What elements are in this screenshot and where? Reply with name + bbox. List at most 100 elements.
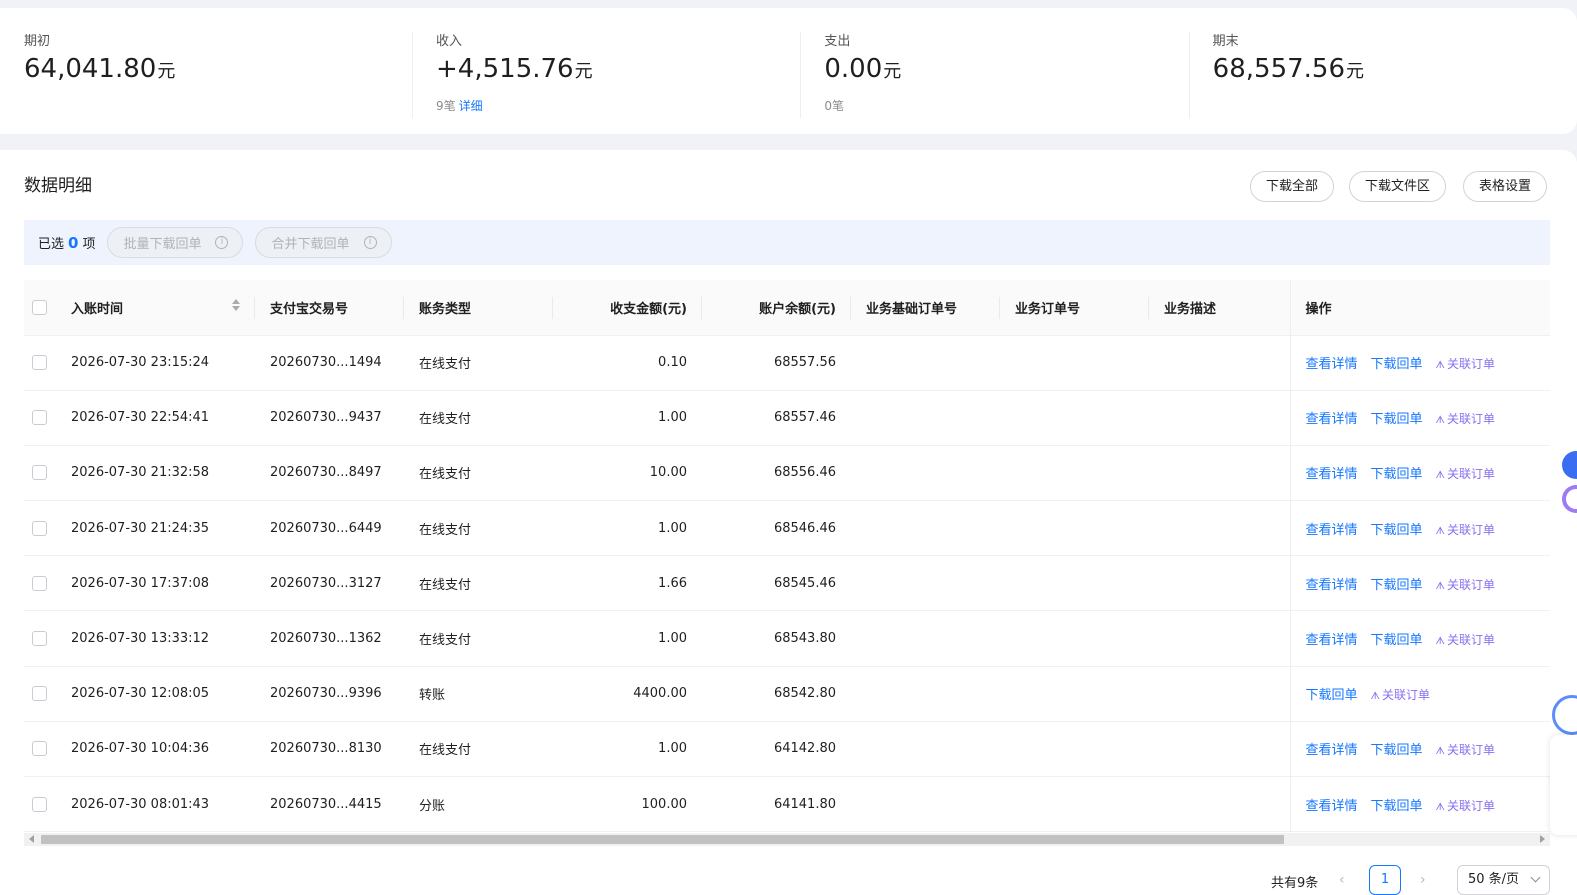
stat-count: 9笔 详细 xyxy=(436,99,483,113)
cell-desc xyxy=(1149,610,1290,667)
view-detail-link[interactable]: 查看详情 xyxy=(1306,467,1358,482)
download-receipt-link[interactable]: 下载回单 xyxy=(1371,633,1423,648)
stat-label: 期末 xyxy=(1212,34,1239,49)
cell-type: 在线支付 xyxy=(404,335,553,391)
link-order-link[interactable]: ᗑ 关联订单 xyxy=(1436,523,1495,537)
row-checkbox[interactable] xyxy=(32,355,47,371)
stat-value: 64,041.80元 xyxy=(24,54,176,84)
download-receipt-link[interactable]: 下载回单 xyxy=(1371,578,1423,593)
cell-desc xyxy=(1149,500,1290,557)
cell-amount: 1.00 xyxy=(553,721,702,778)
download-receipt-link[interactable]: 下载回单 xyxy=(1371,412,1423,427)
link-order-link[interactable]: ᗑ 关联订单 xyxy=(1436,578,1495,592)
cell-actions: 查看详情 下载回单 ᗑ 关联订单 xyxy=(1289,500,1550,557)
batch-download-button[interactable]: 批量下载回单 i xyxy=(107,227,244,258)
income-detail-link[interactable]: 详细 xyxy=(459,99,483,113)
cell-type: 在线支付 xyxy=(404,390,553,446)
cell-desc xyxy=(1149,390,1290,446)
view-detail-link[interactable]: 查看详情 xyxy=(1306,357,1358,372)
chevron-left-icon[interactable]: ‹ xyxy=(1339,872,1345,888)
cell-desc xyxy=(1149,666,1290,722)
cell-order xyxy=(1000,445,1149,502)
chevron-right-icon[interactable]: › xyxy=(1420,872,1426,888)
selection-count: 0 xyxy=(68,233,79,252)
table-row: 2026-07-30 21:24:35 20260730...6449 在线支付 1.… xyxy=(24,500,1550,557)
link-order-link[interactable]: ᗑ 关联订单 xyxy=(1436,633,1495,647)
cell-amount: 1.00 xyxy=(553,500,702,557)
select-all-checkbox[interactable] xyxy=(32,299,47,315)
row-checkbox[interactable] xyxy=(32,575,47,591)
ai-icon: ᗑ xyxy=(1435,470,1445,482)
download-receipt-link[interactable]: 下载回单 xyxy=(1371,523,1423,538)
cell-actions: 查看详情 下载回单 ᗑ 关联订单 xyxy=(1289,390,1550,446)
download-receipt-link[interactable]: 下载回单 xyxy=(1371,467,1423,482)
download-receipt-link[interactable]: 下载回单 xyxy=(1371,799,1423,814)
link-order-link[interactable]: ᗑ 关联订单 xyxy=(1436,357,1495,371)
view-detail-link[interactable]: 查看详情 xyxy=(1306,523,1358,538)
row-checkbox[interactable] xyxy=(32,796,47,812)
page-size-select[interactable]: 50 条/页 xyxy=(1457,865,1550,895)
table-row: 2026-07-30 21:32:58 20260730...8497 在线支付 10… xyxy=(24,445,1550,502)
info-icon: i xyxy=(363,236,377,249)
scrollbar-thumb[interactable] xyxy=(41,835,1284,844)
row-checkbox[interactable] xyxy=(32,686,47,702)
table-settings-button[interactable]: 表格设置 xyxy=(1463,171,1548,202)
cell-balance: 68545.46 xyxy=(702,555,851,612)
cell-time: 2026-07-30 12:08:05 xyxy=(56,666,255,722)
ai-icon: ᗑ xyxy=(1435,525,1445,537)
view-detail-link[interactable]: 查看详情 xyxy=(1306,412,1358,427)
cell-balance: 64141.80 xyxy=(702,776,851,832)
stat-opening: 期初 64,041.80元 xyxy=(24,32,412,118)
scroll-right-icon[interactable] xyxy=(1540,835,1545,843)
stat-value: 0.00元 xyxy=(824,54,902,84)
column-header[interactable]: 入账时间 xyxy=(56,280,255,336)
scroll-left-icon[interactable] xyxy=(29,835,34,843)
page-button[interactable]: 1 xyxy=(1369,865,1401,895)
link-order-link[interactable]: ᗑ 关联订单 xyxy=(1436,467,1495,481)
row-checkbox[interactable] xyxy=(32,410,47,426)
cell-balance: 68557.46 xyxy=(702,390,851,446)
view-detail-link[interactable]: 查看详情 xyxy=(1306,799,1358,814)
cell-amount: 4400.00 xyxy=(553,666,702,722)
cell-txn: 20260730...6449 xyxy=(255,500,404,557)
download-receipt-link[interactable]: 下载回单 xyxy=(1371,743,1423,758)
cell-txn: 20260730...1494 xyxy=(255,335,404,391)
row-checkbox[interactable] xyxy=(32,741,47,757)
cell-txn: 20260730...8497 xyxy=(255,445,404,502)
cell-order xyxy=(1000,390,1149,446)
summary-card: 期初 64,041.80元 收入 +4,515.76元 9笔 详细 支出 0.00… xyxy=(0,8,1577,134)
floating-tool-panel[interactable] xyxy=(1550,735,1577,835)
ai-icon: ᗑ xyxy=(1435,415,1445,427)
download-receipt-link[interactable]: 下载回单 xyxy=(1306,688,1358,703)
cell-balance: 68557.56 xyxy=(702,335,851,391)
cell-txn: 20260730...9437 xyxy=(255,390,404,446)
cell-order xyxy=(1000,721,1149,778)
cell-base-order xyxy=(851,500,1000,557)
row-checkbox[interactable] xyxy=(32,520,47,536)
table-header: 入账时间 支付宝交易号 账务类型 收支金额(元) 账户余额(元) 业务基础订单号… xyxy=(24,280,1550,336)
merge-download-button[interactable]: 合并下载回单 i xyxy=(255,227,392,258)
download-all-button[interactable]: 下载全部 xyxy=(1250,171,1335,202)
download-files-button[interactable]: 下载文件区 xyxy=(1349,171,1447,202)
sort-icon[interactable] xyxy=(232,298,240,311)
row-checkbox[interactable] xyxy=(32,631,47,647)
cell-balance: 68556.46 xyxy=(702,445,851,502)
link-order-link[interactable]: ᗑ 关联订单 xyxy=(1436,412,1495,426)
column-header: 收支金额(元) xyxy=(553,280,702,336)
link-order-link[interactable]: ᗑ 关联订单 xyxy=(1436,799,1495,813)
column-header: 操作 xyxy=(1289,280,1550,336)
link-order-link[interactable]: ᗑ 关联订单 xyxy=(1371,688,1430,702)
horizontal-scrollbar[interactable] xyxy=(24,833,1550,846)
cell-balance: 68542.80 xyxy=(702,666,851,722)
view-detail-link[interactable]: 查看详情 xyxy=(1306,578,1358,593)
cell-actions: 查看详情 下载回单 ᗑ 关联订单 xyxy=(1289,555,1550,612)
cell-txn: 20260730...4415 xyxy=(255,776,404,832)
stat-label: 期初 xyxy=(24,34,51,49)
download-receipt-link[interactable]: 下载回单 xyxy=(1371,357,1423,372)
view-detail-link[interactable]: 查看详情 xyxy=(1306,743,1358,758)
view-detail-link[interactable]: 查看详情 xyxy=(1306,633,1358,648)
section-title: 数据明细 xyxy=(24,176,92,196)
cell-type: 分账 xyxy=(404,776,553,832)
link-order-link[interactable]: ᗑ 关联订单 xyxy=(1436,743,1495,757)
row-checkbox[interactable] xyxy=(32,465,47,481)
